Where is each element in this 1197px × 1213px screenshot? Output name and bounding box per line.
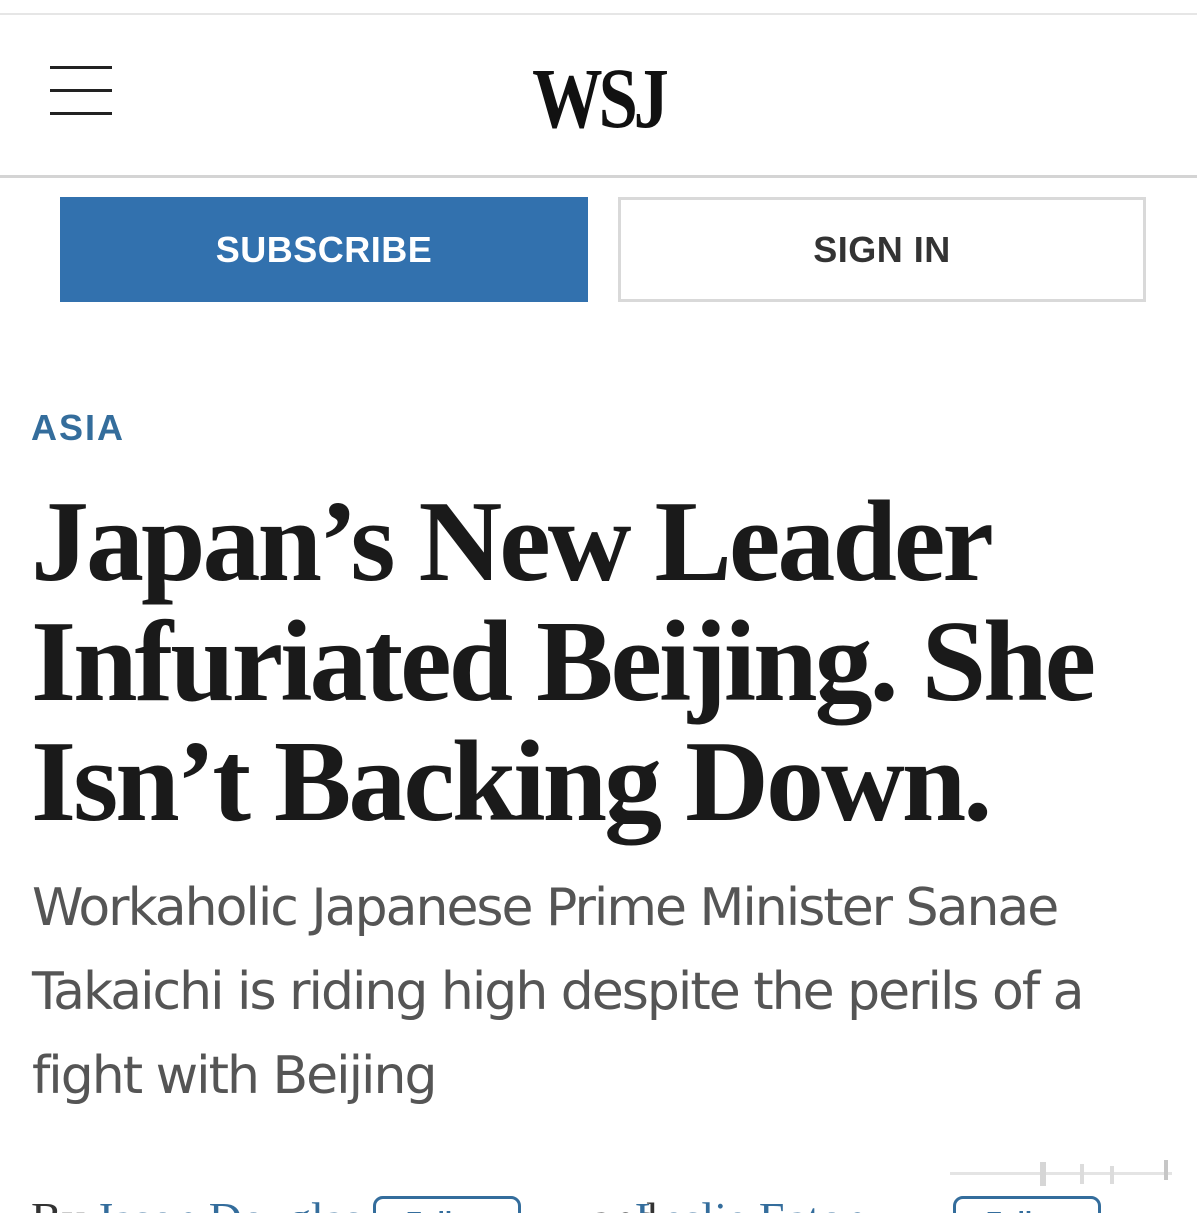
site-header: WSJ [0,15,1197,178]
hamburger-menu-icon[interactable] [50,66,112,116]
byline-by: By [31,1192,85,1213]
follow-button-1[interactable]: Follow [373,1196,521,1213]
article-dek: Workaholic Japanese Prime Minister Sanae… [32,878,1085,1106]
sign-in-button[interactable]: SIGN IN [618,197,1146,302]
author-link-1[interactable]: Jason Douglas [95,1192,362,1213]
follow-button-2[interactable]: Follow [953,1196,1101,1213]
byline: By Jason Douglas Follow and Leslie Eaton… [31,1192,1191,1213]
article-headline: Japan’s New Leader Infuriated Beijing. S… [31,478,1096,846]
section-label[interactable]: ASIA [31,407,125,449]
subscribe-button[interactable]: SUBSCRIBE [60,197,588,302]
author-link-2[interactable]: Leslie Eaton [635,1192,866,1213]
watermark-icon [950,1160,1172,1186]
wsj-logo[interactable]: WSJ [108,53,1090,143]
